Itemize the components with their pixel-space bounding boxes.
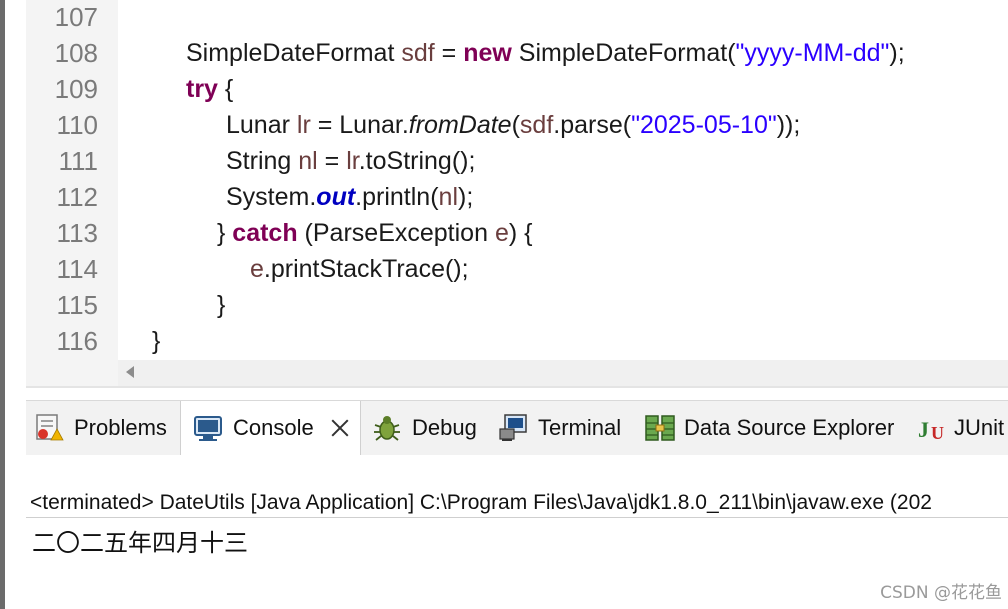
code-text: } xyxy=(217,291,226,319)
code-line[interactable]: 113 } catch (ParseException e) { xyxy=(26,215,1008,251)
tab-data-source-explorer[interactable]: Data Source Explorer xyxy=(644,401,894,455)
code-line[interactable]: 111 String nl = lr.toString(); xyxy=(26,143,1008,179)
code-line[interactable]: 109 try { xyxy=(26,71,1008,107)
console-view[interactable]: <terminated> DateUtils [Java Application… xyxy=(26,455,1008,609)
tab-label: JUnit xyxy=(954,415,1005,440)
code-line[interactable]: 114 e.printStackTrace(); xyxy=(26,251,1008,287)
code-line[interactable]: 112 System.out.println(nl); xyxy=(26,179,1008,215)
code-line[interactable]: 110 Lunar lr = Lunar.fromDate(sdf.parse(… xyxy=(26,107,1008,143)
tab-label: Terminal xyxy=(538,415,622,440)
console-process-info: <terminated> DateUtils [Java Application… xyxy=(30,491,932,514)
tab-debug[interactable]: Debug xyxy=(372,401,477,455)
line-number: 109 xyxy=(54,74,98,104)
line-number: 110 xyxy=(56,110,98,140)
tab-problems[interactable]: Problems xyxy=(34,401,167,455)
junit-icon: J U xyxy=(918,413,948,443)
line-number: 107 xyxy=(54,2,98,32)
code-text: String nl = lr.toString(); xyxy=(226,147,476,175)
svg-text:U: U xyxy=(931,423,944,443)
tab-label: Debug xyxy=(412,415,477,440)
code-text: try { xyxy=(186,75,234,103)
terminal-icon xyxy=(498,413,528,443)
line-number: 111 xyxy=(58,146,98,176)
code-line[interactable]: 116 } xyxy=(26,323,1008,359)
scroll-left-arrow-icon[interactable] xyxy=(126,366,134,378)
code-text: SimpleDateFormat sdf = new SimpleDateFor… xyxy=(186,39,905,67)
line-number: 112 xyxy=(56,182,98,212)
watermark: CSDN @花花鱼 xyxy=(880,583,1002,603)
code-line[interactable]: 108 SimpleDateFormat sdf = new SimpleDat… xyxy=(26,35,1008,71)
line-number: 115 xyxy=(56,290,98,320)
tab-console[interactable]: Console xyxy=(180,401,361,455)
code-editor[interactable]: 107 108 SimpleDateFormat sdf = new Simpl… xyxy=(26,0,1008,360)
code-line[interactable]: 115 } xyxy=(26,287,1008,323)
console-icon xyxy=(193,413,223,443)
tab-terminal[interactable]: Terminal xyxy=(498,401,621,455)
tab-label: Data Source Explorer xyxy=(684,415,895,440)
line-number: 116 xyxy=(56,326,98,356)
problems-icon xyxy=(34,413,64,443)
code-line[interactable]: 107 xyxy=(26,0,1008,35)
line-number: 113 xyxy=(56,218,98,248)
tab-label: Problems xyxy=(74,415,167,440)
tab-label: Console xyxy=(233,415,314,440)
debug-icon xyxy=(372,413,402,443)
console-divider xyxy=(26,517,1008,518)
data-source-explorer-icon xyxy=(644,413,675,443)
tab-junit[interactable]: J U JUnit xyxy=(918,401,1004,455)
line-number: 114 xyxy=(56,254,98,284)
panel-separator xyxy=(26,388,1008,400)
code-text: } xyxy=(152,327,161,355)
editor-left-margin xyxy=(5,0,26,609)
horizontal-scrollbar[interactable] xyxy=(118,360,1008,386)
code-text: System.out.println(nl); xyxy=(226,183,474,211)
console-output-text[interactable]: 二〇二五年四月十三 xyxy=(32,523,248,558)
code-text: Lunar lr = Lunar.fromDate(sdf.parse("202… xyxy=(226,111,801,139)
scrollbar-gutter-corner xyxy=(26,360,118,386)
code-text: } catch (ParseException e) { xyxy=(217,219,533,247)
close-icon[interactable] xyxy=(330,418,350,438)
line-number: 108 xyxy=(54,38,98,68)
views-tab-bar: Problems Console Debug Terminal Data Sou… xyxy=(26,400,1008,456)
code-text: e.printStackTrace(); xyxy=(250,255,469,283)
svg-text:J: J xyxy=(918,417,929,442)
